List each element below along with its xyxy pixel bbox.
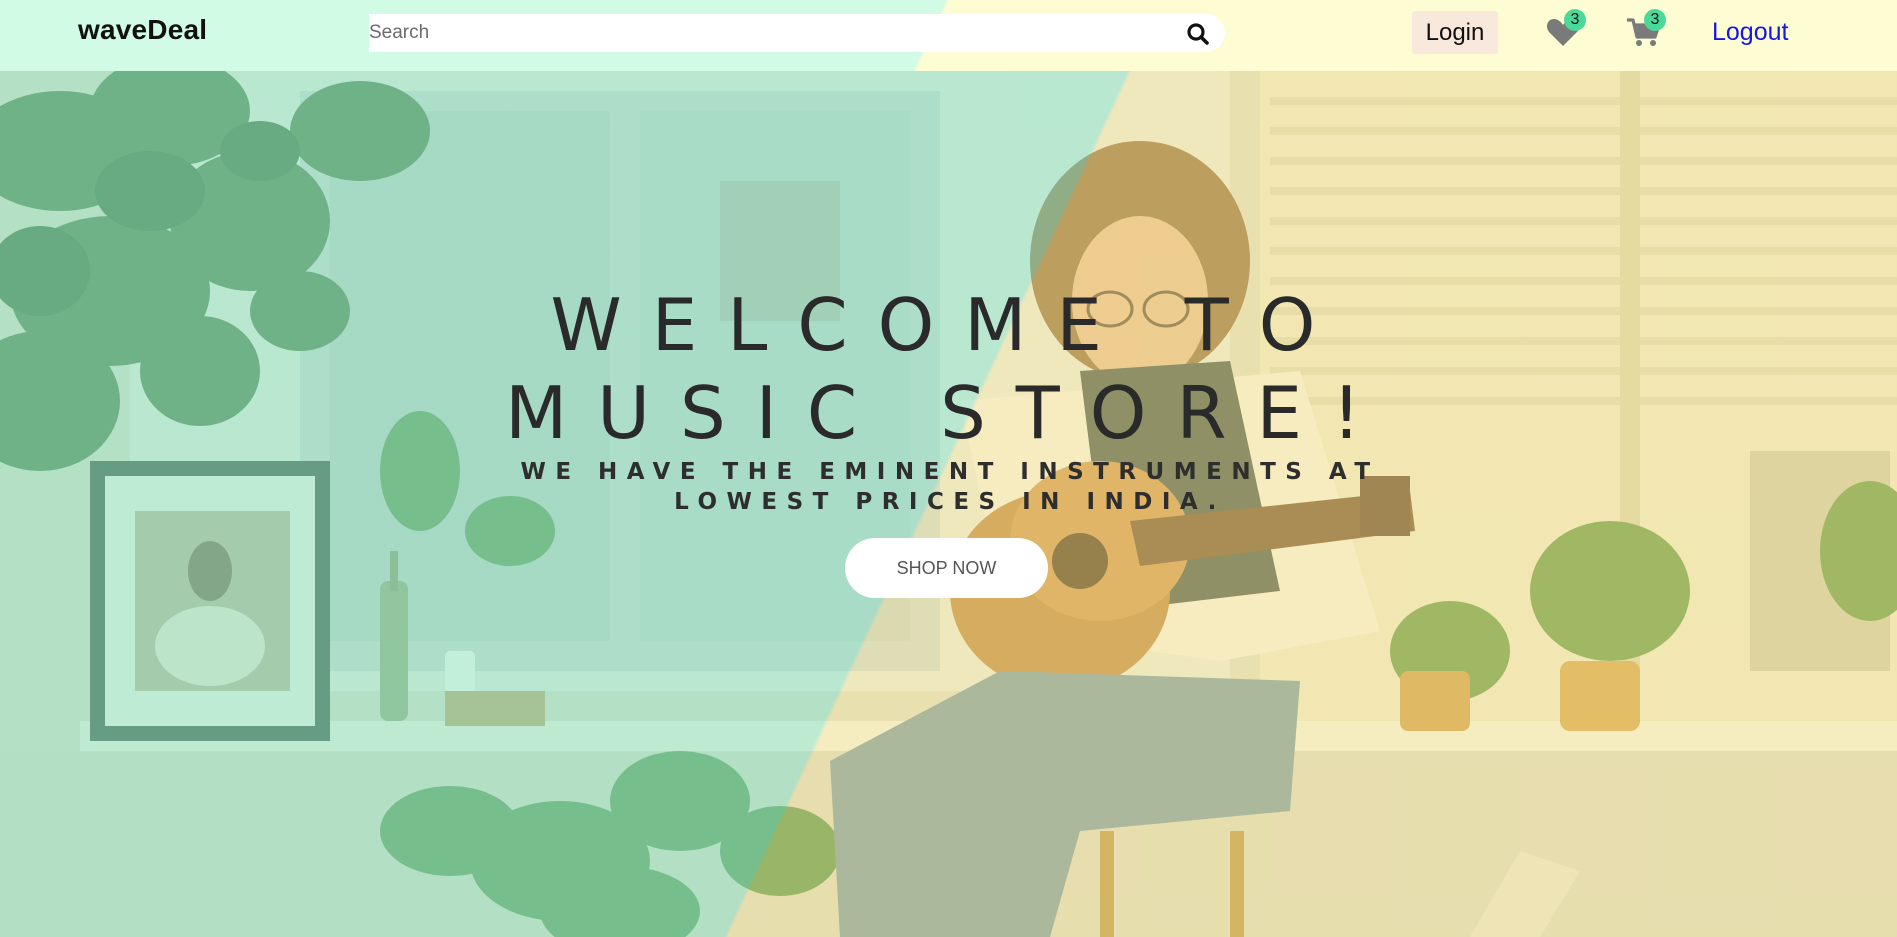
logout-link[interactable]: Logout bbox=[1712, 18, 1788, 47]
cart-count-badge: 3 bbox=[1644, 9, 1666, 31]
login-button[interactable]: Login bbox=[1412, 11, 1498, 54]
wishlist-button[interactable]: 3 bbox=[1546, 9, 1586, 52]
navbar: waveDeal Login 3 3 Logout bbox=[0, 0, 1897, 71]
hero-content: WELCOME TO MUSIC STORE! WE HAVE THE EMIN… bbox=[0, 71, 1897, 937]
hero-subtitle: WE HAVE THE EMINENT INSTRUMENTS AT LOWES… bbox=[520, 459, 1380, 515]
cart-button[interactable]: 3 bbox=[1626, 9, 1666, 52]
wishlist-count-badge: 3 bbox=[1564, 9, 1586, 31]
hero-banner: WELCOME TO MUSIC STORE! WE HAVE THE EMIN… bbox=[0, 71, 1897, 937]
hero-title: WELCOME TO MUSIC STORE! bbox=[505, 283, 1391, 455]
brand-logo[interactable]: waveDeal bbox=[78, 14, 207, 46]
search-bar bbox=[369, 14, 1225, 52]
shop-now-button[interactable]: SHOP NOW bbox=[845, 538, 1048, 598]
search-input[interactable] bbox=[369, 14, 1169, 52]
search-icon[interactable] bbox=[1185, 21, 1211, 47]
